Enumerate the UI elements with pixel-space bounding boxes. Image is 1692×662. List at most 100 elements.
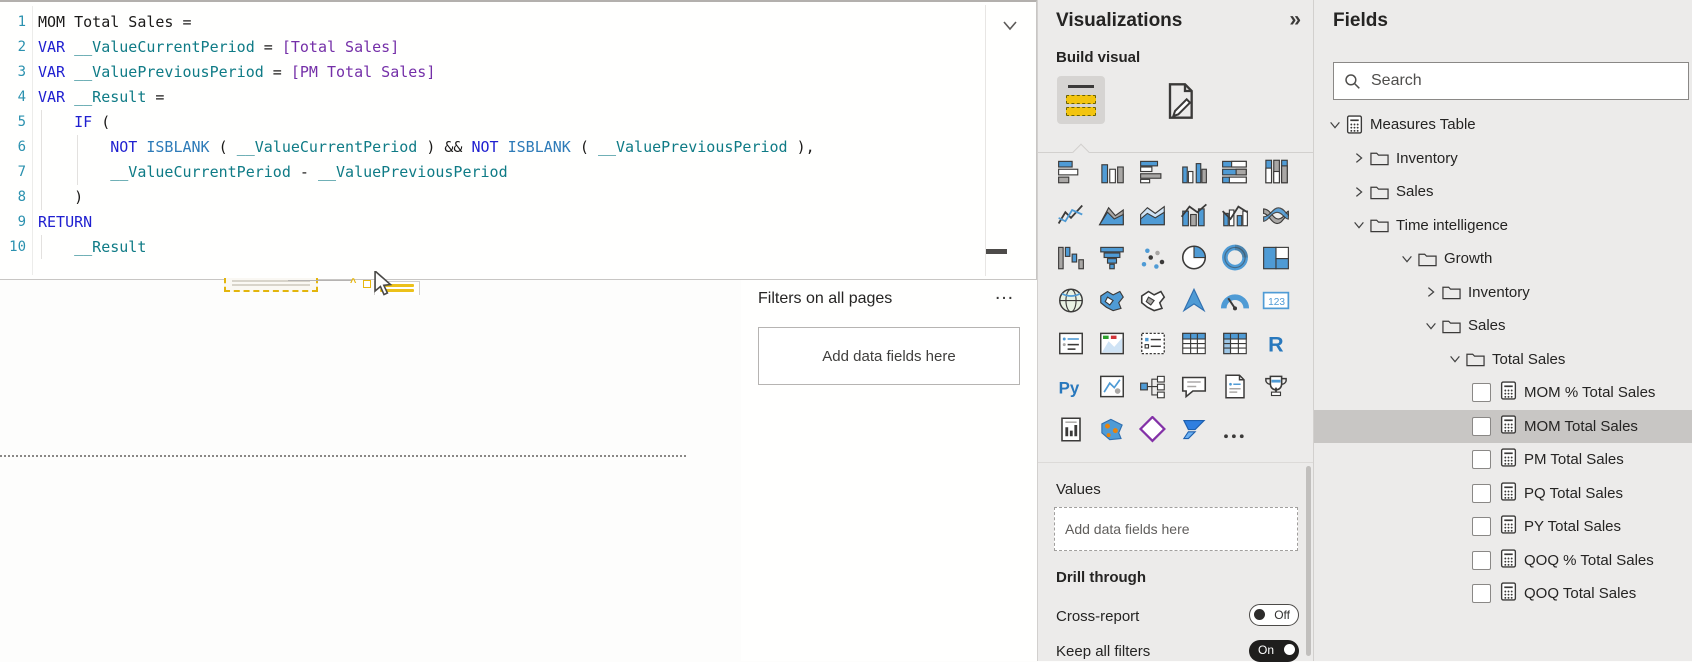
folder-icon [1370, 184, 1389, 200]
field-checkbox[interactable] [1472, 584, 1491, 604]
code-line[interactable]: NOT ISBLANK ( __ValueCurrentPeriod ) && … [38, 135, 814, 160]
hundred-stacked-column-chart-icon[interactable] [1261, 158, 1302, 201]
chevron-right-icon[interactable] [1352, 151, 1366, 165]
slicer-icon[interactable] [1138, 330, 1179, 373]
tree-item-total-sales[interactable]: Total Sales [1314, 343, 1692, 377]
tree-item-sales[interactable]: Sales [1314, 175, 1692, 209]
stacked-area-chart-icon[interactable] [1138, 201, 1179, 244]
ribbon-chart-icon[interactable] [1261, 201, 1302, 244]
clustered-column-chart-icon[interactable] [1179, 158, 1220, 201]
area-chart-icon[interactable] [1097, 201, 1138, 244]
line-clustered-column-chart-icon[interactable] [1220, 201, 1261, 244]
collapse-formula-bar-icon[interactable] [999, 14, 1021, 41]
scatter-chart-icon[interactable] [1138, 244, 1179, 287]
more-visuals-icon[interactable] [1220, 416, 1261, 459]
smart-narrative-icon[interactable] [1220, 373, 1261, 416]
dax-code[interactable]: MOM Total Sales = VAR __ValueCurrentPerio… [38, 10, 815, 260]
field-checkbox[interactable] [1472, 383, 1491, 403]
measure-qoq-total-sales[interactable]: QOQ % Total Sales [1314, 544, 1692, 578]
field-checkbox[interactable] [1472, 550, 1491, 570]
measure-py-total-sales[interactable]: PY Total Sales [1314, 510, 1692, 544]
measure-pm-total-sales[interactable]: PM Total Sales [1314, 443, 1692, 477]
matrix-icon[interactable] [1220, 330, 1261, 373]
chevron-down-icon[interactable] [1448, 352, 1462, 366]
tab-format-visual[interactable] [1160, 80, 1204, 124]
fields-search-box[interactable] [1333, 62, 1689, 100]
filled-map-icon[interactable] [1097, 287, 1138, 330]
measure-mom-total-sales[interactable]: MOM % Total Sales [1314, 376, 1692, 410]
code-line[interactable]: VAR __ValuePreviousPeriod = [PM Total Sa… [38, 60, 815, 85]
qa-visual-icon[interactable] [1179, 373, 1220, 416]
pie-chart-icon[interactable] [1179, 244, 1220, 287]
code-line[interactable]: RETURN [38, 210, 815, 235]
tree-item-label: MOM Total Sales [1524, 417, 1638, 435]
collapse-panel-icon[interactable]: » [1289, 8, 1301, 32]
code-line[interactable]: __Result [38, 235, 815, 260]
indent-guide [41, 110, 42, 210]
key-influencers-icon[interactable] [1097, 373, 1138, 416]
chevron-down-icon[interactable] [1352, 218, 1366, 232]
line-stacked-column-chart-icon[interactable] [1179, 201, 1220, 244]
clustered-bar-chart-icon[interactable] [1138, 158, 1179, 201]
field-checkbox[interactable] [1472, 517, 1491, 537]
cross-report-toggle[interactable]: Off [1249, 604, 1299, 626]
keep-all-filters-toggle[interactable]: On [1249, 640, 1299, 662]
gauge-icon[interactable] [1220, 287, 1261, 330]
r-script-visual-icon[interactable]: R [1261, 330, 1302, 373]
code-line[interactable]: VAR __ValueCurrentPeriod = [Total Sales] [38, 35, 815, 60]
tree-item-growth[interactable]: Growth [1314, 242, 1692, 276]
visualizations-scrollbar[interactable] [1306, 466, 1311, 656]
tree-item-inventory[interactable]: Inventory [1314, 276, 1692, 310]
decomposition-tree-icon[interactable] [1138, 373, 1179, 416]
measure-mom-total-sales[interactable]: MOM Total Sales [1314, 409, 1692, 443]
code-line[interactable]: IF ( [38, 110, 815, 135]
tree-item-sales[interactable]: Sales [1314, 309, 1692, 343]
power-apps-visual-icon[interactable] [1138, 416, 1179, 459]
dax-formula-editor[interactable]: 1 2 3 4 5 6 7 8 9 10 MOM Total Sales = VAR __Value… [0, 0, 1037, 280]
measure-qoq-total-sales[interactable]: QOQ Total Sales [1314, 577, 1692, 611]
power-automate-visual-icon[interactable] [1179, 416, 1220, 459]
paginated-report-icon[interactable] [1056, 416, 1097, 459]
chevron-right-icon[interactable] [1352, 185, 1366, 199]
tab-build-visual[interactable] [1057, 76, 1105, 124]
line-chart-icon[interactable] [1056, 201, 1097, 244]
multi-row-card-icon[interactable] [1056, 330, 1097, 373]
funnel-chart-icon[interactable] [1097, 244, 1138, 287]
filters-dropzone[interactable]: Add data fields here [758, 327, 1020, 385]
table-icon[interactable] [1179, 330, 1220, 373]
tree-item-time-intelligence[interactable]: Time intelligence [1314, 209, 1692, 243]
metrics-icon[interactable] [1261, 373, 1302, 416]
python-visual-icon[interactable]: Py [1056, 373, 1097, 416]
azure-map-icon[interactable] [1179, 287, 1220, 330]
hundred-stacked-bar-chart-icon[interactable] [1220, 158, 1261, 201]
tree-item-measures-table[interactable]: Measures Table [1314, 108, 1692, 142]
kpi-icon[interactable] [1097, 330, 1138, 373]
card-icon[interactable]: 123 [1261, 287, 1302, 330]
code-line[interactable]: MOM Total Sales = [38, 10, 815, 35]
waterfall-chart-icon[interactable] [1056, 244, 1097, 287]
treemap-icon[interactable] [1261, 244, 1302, 287]
measure-pq-total-sales[interactable]: PQ Total Sales [1314, 477, 1692, 511]
tree-item-inventory[interactable]: Inventory [1314, 142, 1692, 176]
code-line[interactable]: __ValueCurrentPeriod - __ValuePreviousPe… [38, 160, 815, 185]
field-checkbox[interactable] [1472, 416, 1491, 436]
shape-map-icon[interactable] [1138, 287, 1179, 330]
field-checkbox[interactable] [1472, 450, 1491, 470]
map-icon[interactable] [1056, 287, 1097, 330]
stacked-column-chart-icon[interactable] [1097, 158, 1138, 201]
chevron-down-icon[interactable] [1424, 319, 1438, 333]
chevron-down-icon[interactable] [1400, 252, 1414, 266]
folder-icon [1442, 318, 1461, 334]
values-dropzone[interactable]: Add data fields here [1054, 507, 1298, 551]
chevron-right-icon[interactable] [1424, 285, 1438, 299]
arcgis-map-icon[interactable] [1097, 416, 1138, 459]
editor-scrollbar-thumb[interactable] [986, 249, 1007, 254]
code-line[interactable]: VAR __Result = [38, 85, 815, 110]
field-checkbox[interactable] [1472, 483, 1491, 503]
search-input[interactable] [1369, 71, 1688, 91]
chevron-down-icon[interactable] [1328, 118, 1342, 132]
stacked-bar-chart-icon[interactable] [1056, 158, 1097, 201]
filters-more-options-icon[interactable]: … [994, 282, 1015, 305]
donut-chart-icon[interactable] [1220, 244, 1261, 287]
code-line[interactable]: ) [38, 185, 815, 210]
